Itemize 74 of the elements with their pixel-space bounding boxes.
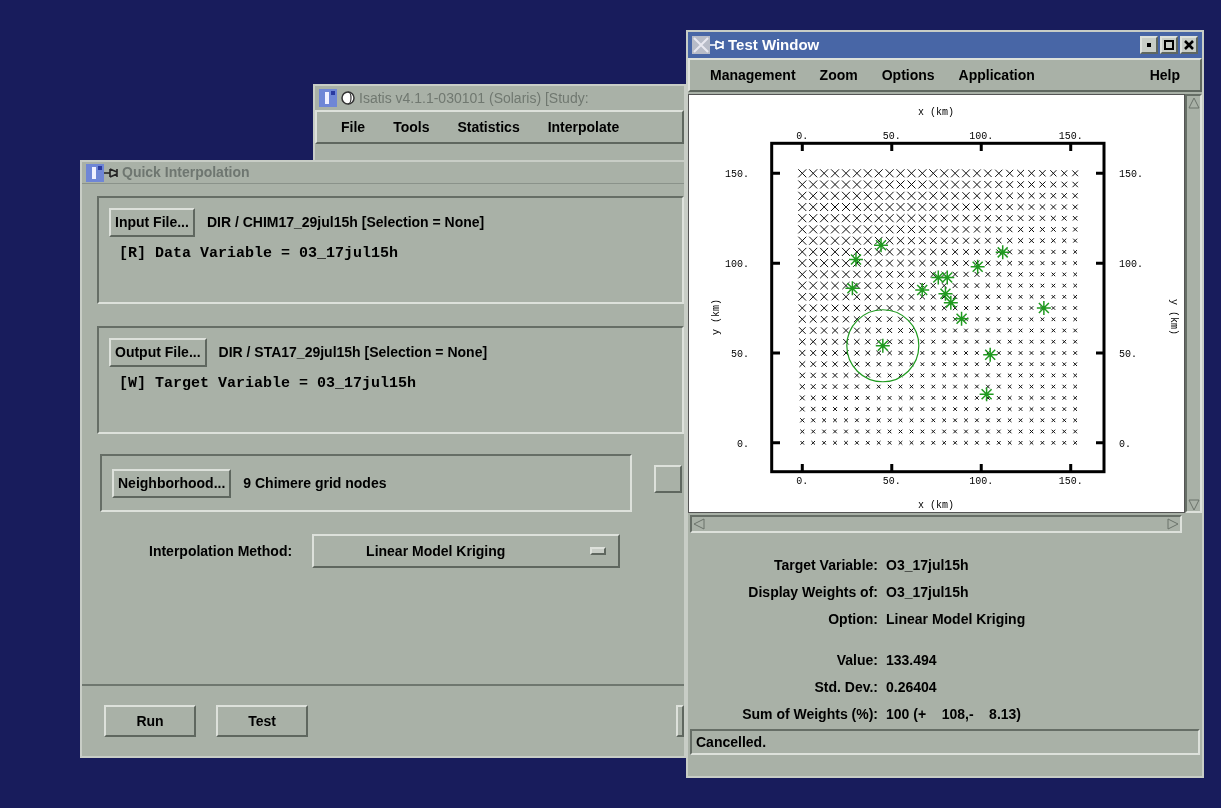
info-value: Linear Model Kriging xyxy=(886,610,1027,629)
minimize-icon xyxy=(1147,43,1151,47)
info-label: Option: xyxy=(827,610,878,629)
variable-label: [R] Data Variable = 03_17jul15h xyxy=(119,244,400,264)
menu-item[interactable]: Management xyxy=(710,64,796,86)
tick-label: 0. xyxy=(796,131,809,142)
tick-label: 150. xyxy=(725,169,749,181)
tick-label: 100. xyxy=(969,131,994,142)
tick-label: 50. xyxy=(882,131,901,142)
window-title: Quick Interpolation xyxy=(122,163,250,182)
close-icon xyxy=(1184,40,1194,50)
menu-item[interactable]: Interpolate xyxy=(547,116,620,138)
vertical-scrollbar[interactable] xyxy=(1185,94,1202,513)
axis-title: y (km) xyxy=(711,299,722,335)
variable-label: [W] Target Variable = 03_17jul15h xyxy=(119,374,418,394)
info-label: Target Variable: xyxy=(773,556,878,575)
axis-title: x (km) xyxy=(918,500,954,511)
window-title: Test Window xyxy=(728,34,820,55)
app-icon xyxy=(86,163,104,182)
file-path: DIR / CHIM17_29jul15h [Selection = None] xyxy=(206,213,485,232)
dropdown-indicator-icon xyxy=(590,547,607,555)
file-path: DIR / STA17_29jul15h [Selection = None] xyxy=(218,343,488,362)
tick-label: 100. xyxy=(969,476,994,487)
window-title: Isatis v4.1.1-030101 (Solaris) [Study: xyxy=(359,88,589,108)
app-icon xyxy=(692,36,710,54)
scroll-down-icon[interactable] xyxy=(1186,497,1201,511)
tick-label: 150. xyxy=(1058,131,1083,142)
input-file-button[interactable]: Input File... xyxy=(109,208,195,237)
result-value: 100 (+ 108,- 8.13) xyxy=(886,705,1023,724)
maximize-button[interactable] xyxy=(1160,36,1178,54)
method-dropdown[interactable]: Linear Model Kriging xyxy=(312,534,621,568)
tick-label: 100. xyxy=(725,259,749,271)
neighborhood-value: 9 Chimere grid nodes xyxy=(243,473,387,493)
app-icon xyxy=(319,89,337,107)
result-label: Value: xyxy=(835,651,878,670)
maximize-icon xyxy=(1164,40,1174,50)
close-button[interactable] xyxy=(1180,36,1198,54)
tick-label: 150. xyxy=(1119,169,1143,181)
menu-item[interactable]: Tools xyxy=(393,116,430,138)
menu-item[interactable]: Application xyxy=(958,64,1035,86)
tick-label: 0. xyxy=(1119,438,1131,450)
result-label: Sum of Weights (%): xyxy=(741,705,878,724)
result-value: 0.26404 xyxy=(886,678,938,697)
menu-item[interactable]: Options xyxy=(881,64,935,86)
partial-button[interactable] xyxy=(654,465,682,493)
result-label: Std. Dev.: xyxy=(813,678,878,697)
minimize-button[interactable] xyxy=(1140,36,1158,54)
info-label: Display Weights of: xyxy=(747,583,878,602)
menu-item[interactable]: Zoom xyxy=(819,64,858,86)
axis-title: x (km) xyxy=(918,107,954,118)
tick-label: 50. xyxy=(1119,348,1137,360)
info-value: O3_17jul15h xyxy=(886,556,970,575)
output-file-button[interactable]: Output File... xyxy=(109,338,207,367)
tick-label: 50. xyxy=(731,348,749,360)
help-menu-item[interactable]: Help xyxy=(1149,64,1180,86)
tick-label: 100. xyxy=(1119,259,1143,271)
action-button[interactable]: Test xyxy=(216,705,308,737)
tick-label: 150. xyxy=(1058,476,1083,487)
axis-title: y (km) xyxy=(1168,299,1179,335)
info-value: O3_17jul15h xyxy=(886,583,970,602)
action-button[interactable]: Run xyxy=(104,705,196,737)
neighborhood-button[interactable]: Neighborhood... xyxy=(112,468,232,498)
partial-button[interactable] xyxy=(676,705,684,737)
menu-item[interactable]: Statistics xyxy=(457,116,520,138)
tick-label: 50. xyxy=(882,476,901,487)
tick-label: 0. xyxy=(796,476,809,487)
globe-icon xyxy=(341,91,355,105)
result-value: 133.494 xyxy=(886,651,938,670)
method-label: Interpolation Method: xyxy=(149,541,293,561)
pin-icon[interactable] xyxy=(104,166,118,179)
tick-label: 0. xyxy=(737,438,749,450)
status-text: Cancelled. xyxy=(696,732,767,752)
scroll-up-icon[interactable] xyxy=(1186,96,1201,110)
menu-item[interactable]: File xyxy=(341,116,366,138)
